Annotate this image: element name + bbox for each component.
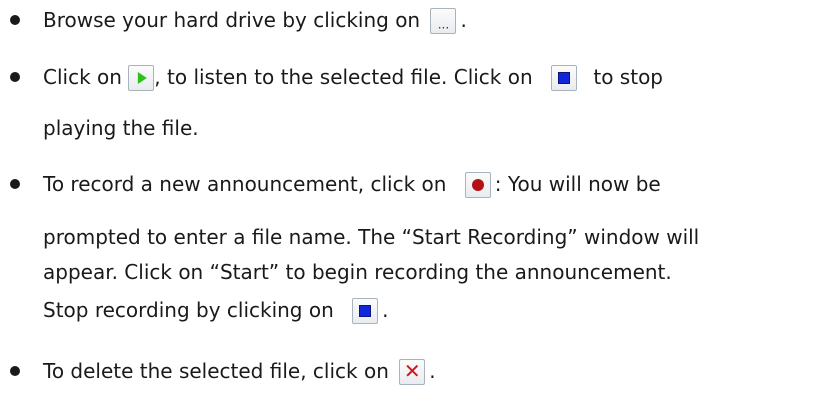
text-segment: To delete the selected file, click on (43, 359, 396, 383)
bullet (10, 72, 20, 82)
text-segment: . (382, 298, 389, 322)
text-segment: playing the file. (43, 116, 199, 140)
text-segment: , to listen to the selected file. Click … (154, 65, 540, 89)
text-segment: Click on (43, 65, 129, 89)
stop-button[interactable] (551, 65, 578, 91)
text-segment: to stop (587, 65, 664, 89)
text-segment: appear. Click on “Start” to begin record… (43, 260, 672, 284)
ellipsis-icon: ... (437, 17, 450, 32)
text-segment: Browse your hard drive by clicking on (43, 8, 427, 32)
text-segment: . (460, 8, 467, 32)
text-segment: . (429, 359, 436, 383)
play-icon (138, 72, 148, 84)
bullet (10, 15, 20, 25)
record-icon (471, 179, 484, 191)
stop-recording-button[interactable] (352, 298, 379, 324)
text-segment: : You will now be (494, 172, 661, 196)
play-button[interactable] (128, 65, 155, 91)
stop-icon (359, 305, 372, 317)
browse-button[interactable]: ... (430, 8, 457, 34)
text-segment: Stop recording by clicking on (43, 298, 341, 322)
record-button[interactable] (464, 172, 491, 198)
text-segment: To record a new announcement, click on (43, 172, 453, 196)
bullet (10, 366, 20, 376)
text-segment: prompted to enter a file name. The “Star… (43, 225, 700, 249)
stop-icon (558, 72, 571, 84)
delete-button[interactable]: ✕ (399, 359, 426, 385)
delete-icon: ✕ (403, 359, 421, 383)
bullet (10, 179, 20, 189)
